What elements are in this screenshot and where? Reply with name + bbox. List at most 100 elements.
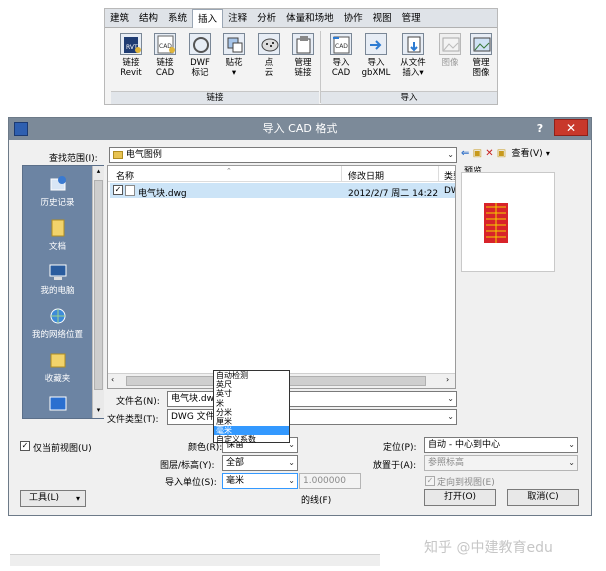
tab-insert[interactable]: 插入: [192, 9, 224, 28]
tools-button-label: 工具(L): [29, 493, 60, 503]
chevron-down-icon: ⌄: [288, 476, 295, 485]
units-option-centimeter[interactable]: 厘米: [214, 417, 289, 426]
preview-pane: [461, 172, 555, 272]
place-documents-label: 文档: [48, 242, 66, 252]
column-date[interactable]: 修改日期: [348, 169, 384, 182]
current-view-only-checkbox[interactable]: ✓: [20, 441, 30, 451]
dwg-preview-thumbnail: [484, 203, 508, 243]
place-at-label: 放置于(A):: [373, 461, 417, 471]
place-network[interactable]: 我的网络位置: [23, 306, 92, 340]
scroll-down-icon[interactable]: ▾: [94, 406, 103, 416]
units-label: 导入单位(S):: [165, 478, 217, 488]
desktop-icon: [48, 394, 68, 414]
manage-links-button[interactable]: 管理 链接: [285, 31, 321, 95]
manage-links-icon: [292, 33, 314, 55]
positioning-label: 定位(P):: [383, 443, 417, 453]
point-cloud-icon: [258, 33, 280, 55]
scale-input[interactable]: 1.000000: [299, 473, 361, 489]
tab-analyze[interactable]: 分析: [252, 9, 281, 28]
file-type-cell: DW(: [444, 186, 455, 196]
import-cad-dialog: 导入 CAD 格式 ? ✕ 查找范围(I): 电气图例 ⌄ ⇐ ▣ ✕ ▣ 查看…: [8, 117, 592, 516]
column-type[interactable]: 类型: [444, 169, 455, 182]
manage-images-button[interactable]: 管理 图像: [463, 31, 499, 95]
tab-architecture[interactable]: 建筑: [105, 9, 134, 28]
file-toolbar: ⇐ ▣ ✕ ▣ 查看(V) ▾: [461, 146, 591, 164]
scroll-up-icon[interactable]: ▴: [94, 167, 103, 177]
place-computer[interactable]: 我的电脑: [23, 262, 92, 296]
ribbon-tab-bar: 建筑 结构 系统 插入 注释 分析 体量和场地 协作 视图 管理: [105, 9, 497, 28]
layers-select[interactable]: 全部 ⌄: [222, 455, 298, 471]
link-cad-label: 链接 CAD: [155, 58, 175, 78]
place-at-select[interactable]: 参照标高 ⌄: [424, 455, 578, 471]
units-option-decimeter[interactable]: 分米: [214, 408, 289, 417]
new-folder-icon[interactable]: ▣: [497, 148, 506, 159]
units-select[interactable]: 毫米 ⌄: [222, 473, 298, 489]
decal-button[interactable]: 贴花 ▾: [216, 31, 252, 95]
filetype-select[interactable]: DWG 文件 (*.dwg) ⌄: [167, 409, 457, 425]
link-revit-button[interactable]: RVT 链接 Revit: [113, 31, 149, 95]
place-history[interactable]: 历史记录: [23, 174, 92, 208]
favorites-folder-icon: [48, 350, 68, 370]
help-button[interactable]: ?: [529, 119, 551, 138]
tab-systems[interactable]: 系统: [163, 9, 192, 28]
link-revit-icon: RVT: [120, 33, 142, 55]
up-folder-icon[interactable]: ▣: [473, 148, 482, 159]
place-history-label: 历史记录: [40, 198, 75, 208]
column-name[interactable]: 名称: [116, 169, 134, 182]
dialog-titlebar[interactable]: 导入 CAD 格式 ? ✕: [9, 118, 591, 140]
layers-value: 全部: [226, 458, 245, 468]
tab-massing-site[interactable]: 体量和场地: [281, 9, 339, 28]
places-scrollbar[interactable]: ▴ ▾: [92, 166, 104, 418]
look-in-combo[interactable]: 电气图例 ⌄: [109, 147, 457, 163]
tab-collaborate[interactable]: 协作: [339, 9, 368, 28]
image-icon: [439, 33, 461, 55]
place-desktop[interactable]: [23, 394, 92, 416]
table-row[interactable]: ✓ 电气块.dwg 2012/2/7 周二 14:22 DW(: [110, 183, 455, 199]
tab-manage[interactable]: 管理: [397, 9, 426, 28]
file-name-cell: 电气块.dwg: [138, 189, 187, 199]
link-cad-button[interactable]: CAD 链接 CAD: [147, 31, 183, 95]
scale-value: 1.000000: [303, 476, 346, 486]
units-dropdown-list: 自动检测 英尺 英寸 米 分米 厘米 毫米 自定义系数: [213, 370, 290, 444]
column-divider: [341, 166, 342, 181]
units-option-auto[interactable]: 自动检测: [214, 371, 289, 380]
tab-structure[interactable]: 结构: [134, 9, 163, 28]
file-date-cell: 2012/2/7 周二 14:22: [348, 189, 439, 199]
scroll-right-icon[interactable]: ›: [446, 375, 449, 384]
place-computer-label: 我的电脑: [40, 286, 75, 296]
place-at-value: 参照标高: [428, 458, 465, 468]
filename-input[interactable]: 电气块.dwg ⌄: [167, 391, 457, 407]
import-cad-button[interactable]: CAD 导入 CAD: [323, 31, 359, 95]
units-option-feet[interactable]: 英尺: [214, 380, 289, 389]
delete-icon[interactable]: ✕: [485, 148, 493, 159]
import-cad-icon: CAD: [330, 33, 352, 55]
filetype-label: 文件类型(T):: [107, 415, 159, 425]
place-documents[interactable]: 文档: [23, 218, 92, 252]
place-favorites[interactable]: 收藏夹: [23, 350, 92, 384]
back-icon[interactable]: ⇐: [461, 148, 469, 159]
import-gbxml-button[interactable]: 导入 gbXML: [358, 31, 394, 95]
open-button[interactable]: 打开(O): [424, 489, 496, 506]
positioning-select[interactable]: 自动 - 中心到中心 ⌄: [424, 437, 578, 453]
units-option-custom[interactable]: 自定义系数: [214, 435, 289, 444]
orient-to-view-checkbox[interactable]: ✓: [425, 476, 435, 486]
units-option-meter[interactable]: 米: [214, 399, 289, 408]
cancel-button[interactable]: 取消(C): [507, 489, 579, 506]
insert-from-file-button[interactable]: 从文件 插入▾: [395, 31, 431, 95]
places-scroll-thumb[interactable]: [94, 180, 103, 390]
chevron-down-icon: ⌄: [447, 150, 454, 159]
tab-annotate[interactable]: 注释: [223, 9, 252, 28]
views-menu[interactable]: 查看(V): [511, 149, 542, 159]
dwf-markup-icon: [189, 33, 211, 55]
chevron-down-icon: ⌄: [568, 458, 575, 467]
tools-button[interactable]: 工具(L) ▾: [20, 490, 86, 507]
close-button[interactable]: ✕: [554, 119, 588, 136]
dwf-markup-button[interactable]: DWF 标记: [182, 31, 218, 95]
tab-view[interactable]: 视图: [368, 9, 397, 28]
scroll-left-icon[interactable]: ‹: [111, 375, 114, 384]
row-checkbox[interactable]: ✓: [113, 185, 123, 195]
units-option-millimeter[interactable]: 毫米: [214, 426, 289, 436]
column-divider: [438, 166, 439, 181]
point-cloud-button[interactable]: 点 云: [251, 31, 287, 95]
units-option-inch[interactable]: 英寸: [214, 389, 289, 398]
